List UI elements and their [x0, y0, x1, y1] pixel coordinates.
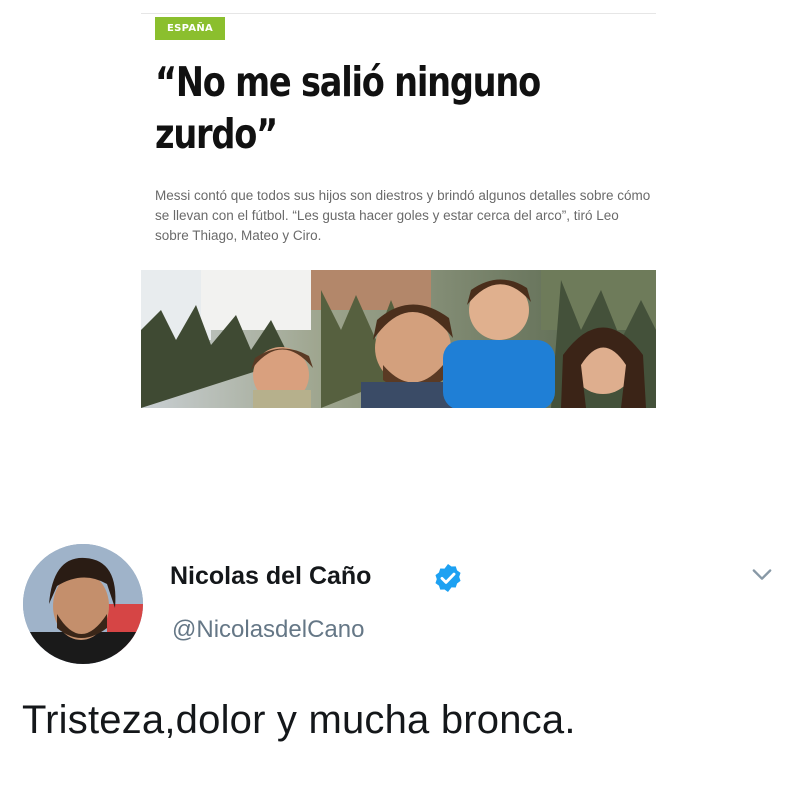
- avatar-illustration: [23, 544, 143, 664]
- article-summary: Messi contó que todos sus hijos son dies…: [155, 188, 651, 243]
- avatar[interactable]: [23, 544, 143, 664]
- section-tag[interactable]: ESPAÑA: [155, 17, 226, 40]
- chevron-down-icon[interactable]: [748, 560, 776, 588]
- user-handle[interactable]: @NicolasdelCano: [172, 616, 364, 644]
- divider: [141, 13, 656, 14]
- display-name[interactable]: Nicolas del Caño: [170, 562, 371, 591]
- news-article-card: ESPAÑA “No me salió ninguno zurdo” Messi…: [141, 0, 656, 410]
- article-photo[interactable]: [141, 270, 656, 408]
- verified-badge-icon: [435, 564, 461, 592]
- tweet-card: Nicolas del Caño @NicolasdelCano Tristez…: [0, 530, 792, 800]
- article-headline[interactable]: “No me salió ninguno zurdo”: [155, 56, 614, 160]
- family-photo-illustration: [141, 270, 656, 408]
- tweet-text: Tristeza,dolor y mucha bronca.: [22, 698, 576, 742]
